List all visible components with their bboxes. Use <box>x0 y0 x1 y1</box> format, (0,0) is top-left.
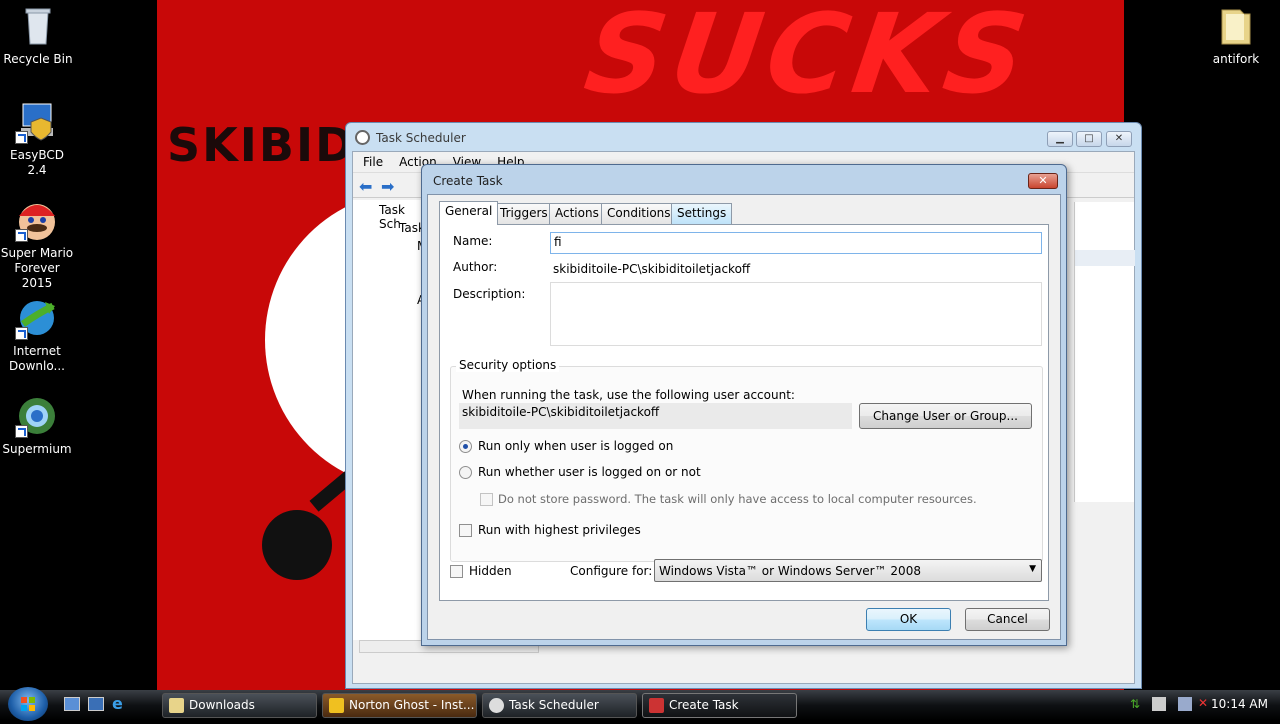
change-user-button[interactable]: Change User or Group... <box>859 403 1032 429</box>
desktop-icon-label: Internet Downlo... <box>9 344 65 373</box>
taskbar-button-downloads[interactable]: Downloads <box>162 693 317 718</box>
no-store-password-label: Do not store password. The task will onl… <box>498 492 977 506</box>
desktop-icon-internet-download[interactable]: Internet Downlo... <box>0 296 75 374</box>
chevron-down-icon: ▼ <box>1029 564 1036 574</box>
menu-file[interactable]: File <box>363 155 383 169</box>
taskbar-clock[interactable]: 10:14 AM <box>1211 697 1268 711</box>
tab-settings[interactable]: Settings <box>671 203 733 224</box>
tab-general[interactable]: General <box>439 201 499 225</box>
taskbar-button-task-scheduler[interactable]: Task Scheduler <box>482 693 637 718</box>
tab-triggers[interactable]: Triggers <box>494 203 554 224</box>
close-button[interactable]: ✕ <box>1106 131 1132 147</box>
radio-whether-logged-on[interactable] <box>459 466 472 479</box>
window-title: Task Scheduler <box>376 131 466 145</box>
name-label: Name: <box>453 234 493 248</box>
dialog-content: General Triggers Actions Conditions Sett… <box>427 194 1061 640</box>
user-account-field: skibiditoile-PC\skibiditoiletjackoff <box>459 403 852 429</box>
recycle-bin-icon <box>16 4 60 48</box>
task-scheduler-titlebar: Task Scheduler ▁ □ ✕ <box>346 123 1141 151</box>
tray-icon[interactable] <box>1152 697 1166 711</box>
desktop-icon-label: Super Mario Forever 2015 <box>0 246 74 290</box>
tab-actions[interactable]: Actions <box>549 203 605 224</box>
radio-whether-logged-on-label[interactable]: Run whether user is logged on or not <box>478 465 701 479</box>
tab-conditions[interactable]: Conditions <box>601 203 677 224</box>
desktop-icon-label: Recycle Bin <box>3 52 73 66</box>
desktop-icon-label: EasyBCD 2.4 <box>10 148 64 177</box>
windows-logo-icon <box>21 697 35 711</box>
start-button[interactable] <box>8 687 48 721</box>
author-label: Author: <box>453 260 498 274</box>
desktop-icon-easybcd[interactable]: EasyBCD 2.4 <box>0 100 75 178</box>
taskbar-button-label: Create Task <box>669 698 739 712</box>
mario-face-icon <box>15 198 59 242</box>
taskbar-button-norton-ghost[interactable]: Norton Ghost - Inst... <box>322 693 477 718</box>
hidden-label[interactable]: Hidden <box>469 564 512 578</box>
volume-muted-icon[interactable]: ✕ <box>1198 696 1212 710</box>
folder-icon <box>169 698 184 713</box>
radio-logged-on-label[interactable]: Run only when user is logged on <box>478 439 673 453</box>
description-textarea[interactable] <box>550 282 1042 346</box>
wallpaper-text-left: SKIBIDI <box>167 118 375 172</box>
highest-privileges-label[interactable]: Run with highest privileges <box>478 523 641 537</box>
radio-logged-on[interactable] <box>459 440 472 453</box>
ok-button[interactable]: OK <box>866 608 951 631</box>
general-tab-panel: Name: fi Author: skibiditoile-PC\skibidi… <box>439 224 1049 601</box>
description-label: Description: <box>453 287 526 301</box>
taskbar-button-label: Downloads <box>189 698 255 712</box>
norton-ghost-icon <box>329 698 344 713</box>
create-task-icon <box>649 698 664 713</box>
configure-for-label: Configure for: <box>570 564 653 578</box>
name-input[interactable]: fi <box>550 232 1042 254</box>
clock-icon <box>355 130 370 145</box>
maximize-button[interactable]: □ <box>1076 131 1102 147</box>
account-prompt: When running the task, use the following… <box>462 388 795 402</box>
configure-for-select[interactable]: Windows Vista™ or Windows Server™ 2008 ▼ <box>654 559 1042 582</box>
dialog-title: Create Task <box>433 174 503 188</box>
network-tray-icon[interactable]: ⇅ <box>1130 697 1144 711</box>
taskbar: e Downloads Norton Ghost - Inst... Task … <box>0 687 1280 721</box>
configure-for-value: Windows Vista™ or Windows Server™ 2008 <box>659 564 921 578</box>
dialog-close-button[interactable]: ✕ <box>1028 173 1058 189</box>
actions-pane-header <box>1075 250 1135 266</box>
desktop-icon-recycle-bin[interactable]: Recycle Bin <box>0 4 76 67</box>
minimize-button[interactable]: ▁ <box>1047 131 1073 147</box>
desktop-icon-super-mario[interactable]: Super Mario Forever 2015 <box>0 198 75 291</box>
navigation-tree: Task Sch Task M A <box>353 200 427 640</box>
wallpaper-text-top: SUCKS <box>578 0 1040 118</box>
back-arrow-icon[interactable]: ⬅ <box>359 177 372 196</box>
folder-icon <box>1214 4 1258 48</box>
desktop-icon-label: Supermium <box>2 442 72 456</box>
taskbar-button-create-task[interactable]: Create Task <box>642 693 797 718</box>
switch-windows-icon[interactable] <box>88 697 104 711</box>
author-value: skibiditoile-PC\skibiditoiletjackoff <box>553 262 751 276</box>
supermium-icon <box>15 394 59 438</box>
show-desktop-icon[interactable] <box>64 697 80 711</box>
cancel-button[interactable]: Cancel <box>965 608 1050 631</box>
security-options-legend: Security options <box>456 358 560 372</box>
desktop-icon-supermium[interactable]: Supermium <box>0 394 75 457</box>
actions-pane <box>1074 202 1135 502</box>
clock-icon <box>489 698 504 713</box>
create-task-dialog: Create Task ✕ General Triggers Actions C… <box>421 164 1067 646</box>
no-store-password-checkbox[interactable] <box>480 493 493 506</box>
forward-arrow-icon[interactable]: ➡ <box>381 177 394 196</box>
easybcd-icon <box>15 100 59 144</box>
highest-privileges-checkbox[interactable] <box>459 524 472 537</box>
taskbar-button-label: Task Scheduler <box>509 698 599 712</box>
internet-explorer-icon[interactable]: e <box>112 694 130 713</box>
monitor-tray-icon[interactable] <box>1178 697 1192 711</box>
hidden-checkbox[interactable] <box>450 565 463 578</box>
taskbar-button-label: Norton Ghost - Inst... <box>349 698 475 712</box>
internet-download-manager-icon <box>15 296 59 340</box>
wallpaper-dot-shape <box>262 510 332 580</box>
desktop-icon-antifork[interactable]: antifork <box>1198 4 1274 67</box>
desktop-icon-label: antifork <box>1212 52 1260 66</box>
